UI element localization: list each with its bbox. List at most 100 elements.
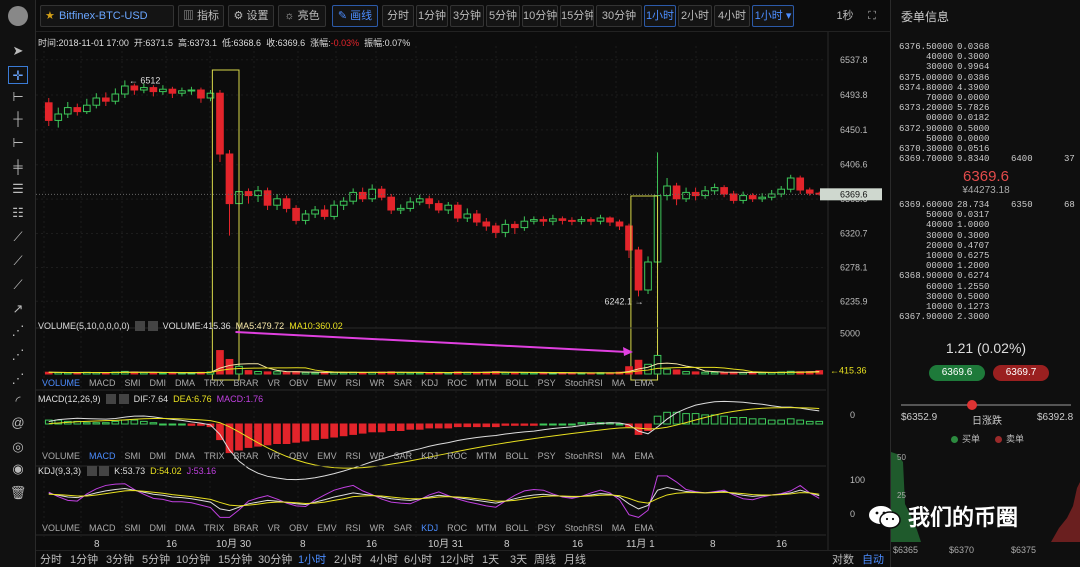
indicator-tab-emv[interactable]: EMV (317, 523, 337, 533)
indicator-tab-smi[interactable]: SMI (125, 523, 141, 533)
indicator-tab-macd[interactable]: MACD (89, 451, 116, 461)
indicator-tab-brar[interactable]: BRAR (234, 523, 259, 533)
speed-lines-icon[interactable]: ⋰ (8, 370, 28, 388)
orderbook-row[interactable]: 6376.50000 0.0368 (899, 42, 1079, 52)
indicator-tab-sar[interactable]: SAR (394, 451, 413, 461)
draw-line-button[interactable]: ✎ 画线 (332, 5, 378, 27)
chart-area[interactable]: 6537.86493.86450.16406.66363.66320.76278… (36, 32, 890, 550)
arrow-line-icon[interactable]: ↗ (8, 300, 28, 318)
symbol-selector[interactable]: ★ Bitfinex-BTC-USD (40, 5, 174, 27)
orderbook-row[interactable]: 40000 1.0000 (899, 220, 1079, 230)
macd-settings-icon[interactable] (106, 394, 117, 404)
indicator-tab-wr[interactable]: WR (370, 523, 385, 533)
indicator-tab-rsi[interactable]: RSI (346, 451, 361, 461)
orderbook-row[interactable]: 6368.90000 0.6274 (899, 271, 1079, 281)
indicator-tab-stochrsi[interactable]: StochRSI (565, 523, 603, 533)
indicator-tab-roc[interactable]: ROC (447, 378, 467, 388)
indicator-tab-psy[interactable]: PSY (538, 523, 556, 533)
orderbook-row[interactable]: 40000 0.3000 (899, 52, 1079, 62)
indicator-tab-dma[interactable]: DMA (175, 451, 195, 461)
indicator-tab-roc[interactable]: ROC (447, 451, 467, 461)
indicator-tab-emv[interactable]: EMV (317, 378, 337, 388)
orderbook-row[interactable]: 00000 0.0182 (899, 113, 1079, 123)
interval-2[interactable]: 3分钟 (450, 5, 484, 27)
interval-7[interactable]: 1小时 (644, 5, 676, 27)
orderbook-row[interactable]: 00000 1.2000 (899, 261, 1079, 271)
period-6[interactable]: 30分钟 (258, 553, 292, 567)
interval-6[interactable]: 30分钟 (596, 5, 642, 27)
orderbook-row[interactable]: 6370.30000 0.0516 (899, 144, 1079, 154)
buy-price-button[interactable]: 6369.6 (929, 365, 985, 381)
interval-1[interactable]: 1分钟 (416, 5, 448, 27)
period-12[interactable]: 1天 (482, 553, 499, 567)
price-channel-icon[interactable]: ☰ (8, 180, 28, 198)
indicator-tab-vr[interactable]: VR (268, 523, 281, 533)
period-2[interactable]: 3分钟 (106, 553, 134, 567)
visibility-eye-icon[interactable]: ◉ (8, 460, 28, 478)
interval-3[interactable]: 5分钟 (486, 5, 520, 27)
interval-dropdown[interactable]: 1小时 ▾ (752, 5, 794, 27)
indicator-tab-roc[interactable]: ROC (447, 523, 467, 533)
indicator-tab-dmi[interactable]: DMI (150, 451, 167, 461)
indicator-tab-smi[interactable]: SMI (125, 378, 141, 388)
interval-8[interactable]: 2小时 (678, 5, 712, 27)
period-11[interactable]: 12小时 (440, 553, 474, 567)
orderbook-row[interactable]: 60000 1.2550 (899, 282, 1079, 292)
orderbook-row[interactable]: 70000 0.0000 (899, 93, 1079, 103)
gann-fan-icon[interactable]: ⋰ (8, 322, 28, 340)
extended-line-icon[interactable]: ⟋ (8, 276, 28, 294)
period-10[interactable]: 6小时 (404, 553, 432, 567)
interval-5[interactable]: 15分钟 (560, 5, 594, 27)
log-scale-toggle[interactable]: 对数 (832, 553, 854, 567)
kdj-settings-icon[interactable] (86, 466, 97, 476)
auto-scale-toggle[interactable]: 自动 (862, 553, 884, 567)
indicator-tab-psy[interactable]: PSY (538, 378, 556, 388)
horizontal-ray-icon[interactable]: ⊢ (8, 134, 28, 152)
parallel-lines-icon[interactable]: ☷ (8, 204, 28, 222)
orderbook-row[interactable]: 6369.70000 9.8340 6400 37 (899, 154, 1079, 164)
orderbook-row[interactable]: 6367.90000 2.3000 (899, 312, 1079, 322)
indicator-tab-wr[interactable]: WR (370, 451, 385, 461)
orderbook-row[interactable]: 10000 0.1273 (899, 302, 1079, 312)
indicator-tab-ma[interactable]: MA (612, 451, 626, 461)
orderbook-row[interactable]: 20000 0.4707 (899, 241, 1079, 251)
indicator-tab-wr[interactable]: WR (370, 378, 385, 388)
indicator-tab-rsi[interactable]: RSI (346, 523, 361, 533)
indicator-tab-trix[interactable]: TRIX (204, 523, 225, 533)
favorite-star-icon[interactable]: ★ (45, 6, 55, 26)
indicator-tab-obv[interactable]: OBV (289, 523, 308, 533)
orderbook-row[interactable]: 30000 0.3000 (899, 231, 1079, 241)
indicator-tab-macd[interactable]: MACD (89, 523, 116, 533)
indicator-tab-kdj[interactable]: KDJ (421, 451, 438, 461)
indicator-tab-vr[interactable]: VR (268, 451, 281, 461)
indicator-button[interactable]: ▥ 指标 (178, 5, 224, 27)
period-0[interactable]: 分时 (40, 553, 62, 567)
indicator-tab-stochrsi[interactable]: StochRSI (565, 378, 603, 388)
orderbook-row[interactable]: 6369.60000 28.734 6350 68 (899, 200, 1079, 210)
indicator-tab-brar[interactable]: BRAR (234, 451, 259, 461)
volume-close-icon[interactable] (147, 321, 158, 331)
fibonacci-fan-icon[interactable]: ⋰ (8, 346, 28, 364)
indicator-tab-mtm[interactable]: MTM (476, 523, 497, 533)
orderbook-row[interactable]: 50000 0.0317 (899, 210, 1079, 220)
indicator-tab-kdj[interactable]: KDJ (421, 378, 438, 388)
indicator-tab-kdj[interactable]: KDJ (421, 523, 438, 533)
interval-4[interactable]: 10分钟 (522, 5, 558, 27)
period-15[interactable]: 月线 (564, 553, 586, 567)
trash-icon[interactable]: 🗑 (8, 484, 28, 502)
indicator-tab-macd[interactable]: MACD (89, 378, 116, 388)
orderbook-row[interactable]: 10000 0.6275 (899, 251, 1079, 261)
period-1[interactable]: 1分钟 (70, 553, 98, 567)
orderbook-row[interactable]: 6375.00000 0.0386 (899, 73, 1079, 83)
period-14[interactable]: 周线 (534, 553, 556, 567)
indicator-tab-ma[interactable]: MA (612, 523, 626, 533)
crosshair-icon[interactable]: ✛ (8, 66, 28, 84)
orderbook-row[interactable]: 6372.90000 0.5000 (899, 124, 1079, 134)
indicator-tab-obv[interactable]: OBV (289, 451, 308, 461)
indicator-tab-psy[interactable]: PSY (538, 451, 556, 461)
settings-button[interactable]: ⚙ 设置 (228, 5, 274, 27)
indicator-tab-ma[interactable]: MA (612, 378, 626, 388)
indicator-tab-dmi[interactable]: DMI (150, 378, 167, 388)
indicator-tab-trix[interactable]: TRIX (204, 451, 225, 461)
vertical-line-icon[interactable]: ╪ (8, 158, 28, 176)
